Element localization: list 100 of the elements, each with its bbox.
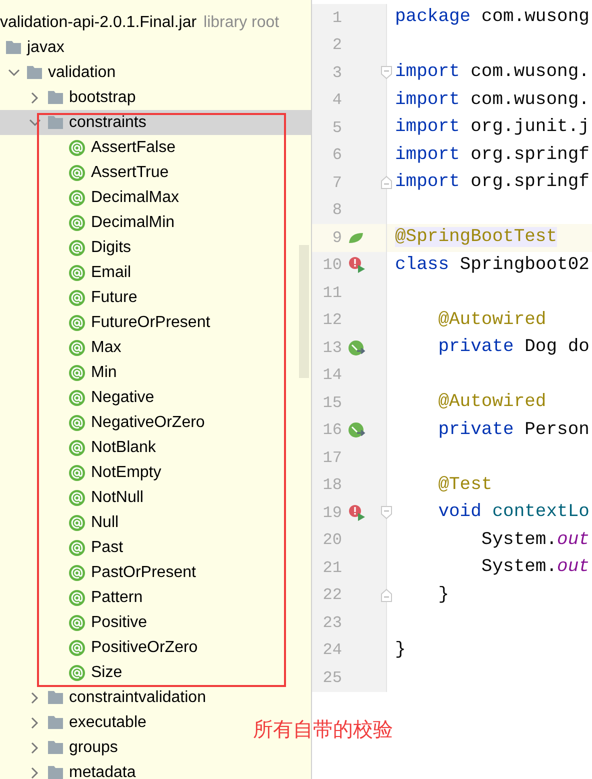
annotation-name[interactable]: Digits (91, 236, 132, 260)
fold-marker-icon[interactable] (381, 588, 392, 602)
run-test-icon[interactable] (348, 504, 366, 522)
bean-navigation-icon[interactable] (348, 422, 366, 438)
tree-row[interactable]: Min (0, 360, 117, 385)
tree-row[interactable]: Negative (0, 385, 154, 410)
annotation-name[interactable]: NotBlank (91, 436, 156, 460)
tree-row[interactable]: Digits (0, 235, 132, 260)
annotation-name[interactable]: Max (91, 336, 122, 360)
package-name[interactable]: executable (69, 710, 146, 734)
annotation-name[interactable]: Min (91, 360, 117, 384)
line-number: 10 (322, 255, 342, 276)
tree-row[interactable]: Positive (0, 610, 148, 635)
code-line: } (437, 584, 450, 607)
tree-row[interactable]: DecimalMin (0, 210, 175, 235)
tree-row[interactable]: Past (0, 535, 124, 560)
leaf-icon[interactable] (348, 232, 364, 244)
code-line: class Springboot02 (395, 254, 590, 277)
tree-row[interactable]: Email (0, 260, 132, 285)
code-line: @Autowired (437, 308, 546, 332)
annotation-icon (69, 240, 85, 256)
fold-marker-icon[interactable] (381, 66, 392, 80)
tree-row[interactable]: Max (0, 335, 122, 360)
line-number: 18 (322, 475, 342, 496)
chevron-right-icon[interactable] (31, 716, 39, 728)
annotation-name[interactable]: NotEmpty (91, 460, 162, 484)
package-name[interactable]: constraintvalidation (69, 686, 206, 710)
bean-navigation-icon[interactable] (348, 340, 366, 356)
chevron-right-icon[interactable] (31, 692, 39, 704)
tree-row[interactable]: AssertFalse (0, 135, 176, 160)
code-line: @Autowired (437, 391, 546, 414)
fold-marker-icon[interactable] (381, 506, 392, 520)
tree-root-label[interactable]: validation-api-2.0.1.Final.jar (0, 10, 197, 34)
annotation-icon (69, 364, 85, 380)
chevron-down-icon[interactable] (29, 118, 41, 126)
selected-tree-row[interactable]: constraints (0, 110, 311, 135)
annotation-icon (69, 640, 85, 656)
tree-row[interactable]: PositiveOrZero (0, 635, 198, 660)
package-name[interactable]: validation (48, 60, 116, 84)
tree-row[interactable]: NotNull (0, 485, 144, 510)
tree-row[interactable]: Size (0, 660, 122, 685)
annotation-name[interactable]: DecimalMin (91, 210, 175, 234)
tree-row[interactable]: NegativeOrZero (0, 410, 205, 435)
chevron-right-icon[interactable] (31, 92, 39, 104)
tree-row[interactable]: PastOrPresent (0, 560, 196, 585)
annotation-name[interactable]: Past (91, 536, 124, 560)
annotation-name[interactable]: Positive (91, 610, 148, 634)
line-number: 23 (322, 612, 342, 634)
tree-row[interactable]: constraintvalidation (0, 685, 206, 710)
tree-row[interactable]: Future (0, 285, 138, 310)
annotation-name[interactable]: Null (91, 510, 119, 534)
tree-row[interactable]: DecimalMax (0, 185, 180, 210)
annotation-name[interactable]: DecimalMax (91, 186, 180, 210)
package-name[interactable]: javax (27, 36, 64, 60)
tree-row[interactable]: bootstrap (0, 85, 136, 110)
tree-row[interactable]: FutureOrPresent (0, 310, 210, 335)
line-number: 1 (331, 8, 342, 29)
chevron-right-icon[interactable] (31, 766, 39, 778)
tree-row[interactable]: NotEmpty (0, 460, 162, 485)
tree-row[interactable]: AssertTrue (0, 160, 169, 185)
tree-row[interactable]: Null (0, 510, 119, 535)
line-number: 24 (322, 640, 342, 662)
package-name[interactable]: constraints (69, 110, 146, 134)
annotation-name[interactable]: NegativeOrZero (91, 410, 205, 434)
tree-row[interactable]: executable (0, 710, 146, 735)
tree-row[interactable]: metadata (0, 760, 136, 779)
code-line: private Person (437, 418, 590, 442)
package-name[interactable]: groups (69, 736, 118, 760)
annotation-icon (69, 590, 85, 606)
run-test-icon[interactable] (348, 256, 366, 274)
tree-row[interactable]: groups (0, 735, 118, 760)
annotation-icon (69, 290, 85, 306)
annotation-name[interactable]: Email (91, 260, 132, 284)
chevron-right-icon[interactable] (31, 742, 39, 754)
package-name[interactable]: bootstrap (69, 86, 136, 110)
annotation-name[interactable]: Negative (91, 386, 154, 410)
tree-row[interactable]: validation (0, 60, 116, 85)
chevron-down-icon[interactable] (8, 68, 20, 76)
package-name[interactable]: metadata (69, 760, 136, 779)
code-line: import org.junit.j (395, 116, 590, 140)
annotation-name[interactable]: FutureOrPresent (91, 310, 210, 334)
line-number: 17 (322, 448, 342, 469)
tree-row[interactable]: NotBlank (0, 435, 156, 460)
annotation-name[interactable]: Size (91, 660, 122, 684)
annotation-icon (69, 264, 85, 280)
annotation-name[interactable]: Pattern (91, 586, 143, 610)
annotation-name[interactable]: AssertTrue (91, 160, 169, 184)
tree-row[interactable]: Pattern (0, 585, 143, 610)
annotation-icon (69, 664, 85, 680)
annotation-name[interactable]: PastOrPresent (91, 560, 196, 584)
annotation-name[interactable]: AssertFalse (91, 136, 176, 160)
annotation-name[interactable]: PositiveOrZero (91, 636, 198, 660)
tree-row[interactable]: javax (0, 35, 64, 60)
fold-marker-icon[interactable] (381, 176, 392, 190)
annotation-icon (69, 214, 85, 230)
line-number: 7 (331, 172, 342, 194)
annotation-icon (69, 540, 85, 556)
line-number: 20 (322, 530, 342, 552)
annotation-name[interactable]: NotNull (91, 486, 144, 510)
annotation-name[interactable]: Future (91, 286, 138, 310)
